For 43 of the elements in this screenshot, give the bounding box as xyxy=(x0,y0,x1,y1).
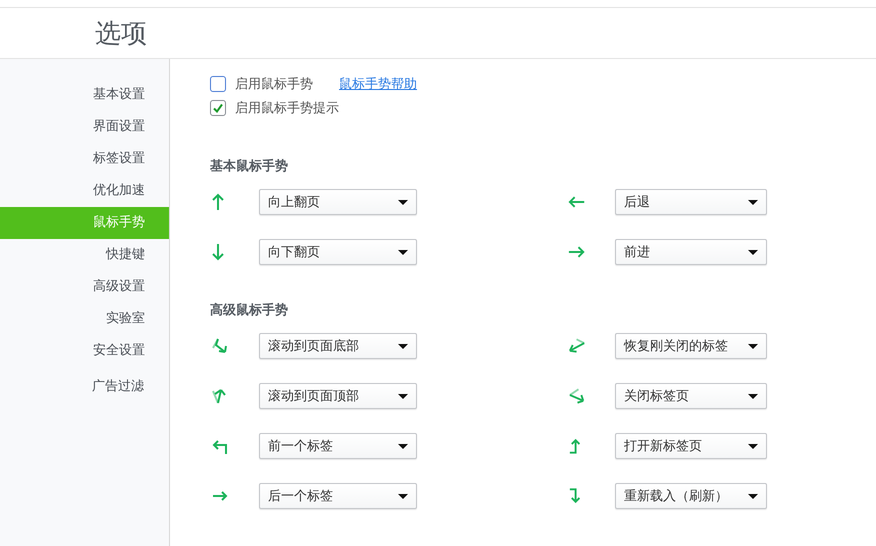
section-title: 基本鼠标手势 xyxy=(210,158,289,175)
caret-icon xyxy=(748,250,758,254)
caret-icon xyxy=(398,200,408,204)
sidebar-item[interactable]: 优化加速 xyxy=(0,175,169,207)
caret-icon xyxy=(398,494,408,498)
action-dropdown[interactable]: 恢复刚关闭的标签 xyxy=(615,333,767,359)
action-dropdown[interactable]: 前一个标签 xyxy=(259,433,417,459)
action-dropdown[interactable]: 前进 xyxy=(615,239,767,265)
sidebar-item[interactable]: 快捷键 xyxy=(0,239,169,271)
page-title: 选项 xyxy=(95,18,147,50)
action-dropdown[interactable]: 向上翻页 xyxy=(259,189,417,215)
action-dropdown[interactable]: 向下翻页 xyxy=(259,239,417,265)
caret-icon xyxy=(748,444,758,448)
caret-icon xyxy=(398,394,408,398)
sidebar-item[interactable]: 实验室 xyxy=(0,303,169,335)
sidebar-item[interactable]: 高级设置 xyxy=(0,271,169,303)
caret-icon xyxy=(748,394,758,398)
sidebar-item[interactable]: 安全设置 xyxy=(0,335,169,367)
sidebar-item[interactable]: 标签设置 xyxy=(0,143,169,175)
sidebar-item[interactable]: 广告过滤 xyxy=(0,371,169,403)
caret-icon xyxy=(748,344,758,348)
help-link[interactable]: 鼠标手势帮助 xyxy=(339,75,417,93)
section-title: 高级鼠标手势 xyxy=(210,302,289,319)
action-dropdown[interactable]: 滚动到页面底部 xyxy=(259,333,417,359)
checkbox[interactable] xyxy=(210,100,226,116)
gesture-arrow-icon xyxy=(210,336,230,356)
action-dropdown[interactable]: 关闭标签页 xyxy=(615,383,767,409)
caret-icon xyxy=(748,200,758,204)
caret-icon xyxy=(398,250,408,254)
caret-icon xyxy=(748,494,758,498)
checkbox[interactable] xyxy=(210,76,226,92)
action-dropdown[interactable]: 后一个标签 xyxy=(259,483,417,509)
sidebar-item[interactable]: 界面设置 xyxy=(0,111,169,143)
sidebar-item[interactable]: 基本设置 xyxy=(0,79,169,111)
action-dropdown[interactable]: 重新载入（刷新） xyxy=(615,483,767,509)
action-dropdown[interactable]: 打开新标签页 xyxy=(615,433,767,459)
caret-icon xyxy=(398,444,408,448)
caret-icon xyxy=(398,344,408,348)
checkbox-label: 启用鼠标手势 xyxy=(235,76,314,93)
gesture-arrow-icon xyxy=(567,386,586,406)
action-dropdown[interactable]: 后退 xyxy=(615,189,767,215)
action-dropdown[interactable]: 滚动到页面顶部 xyxy=(259,383,417,409)
checkbox-label: 启用鼠标手势提示 xyxy=(235,100,339,117)
